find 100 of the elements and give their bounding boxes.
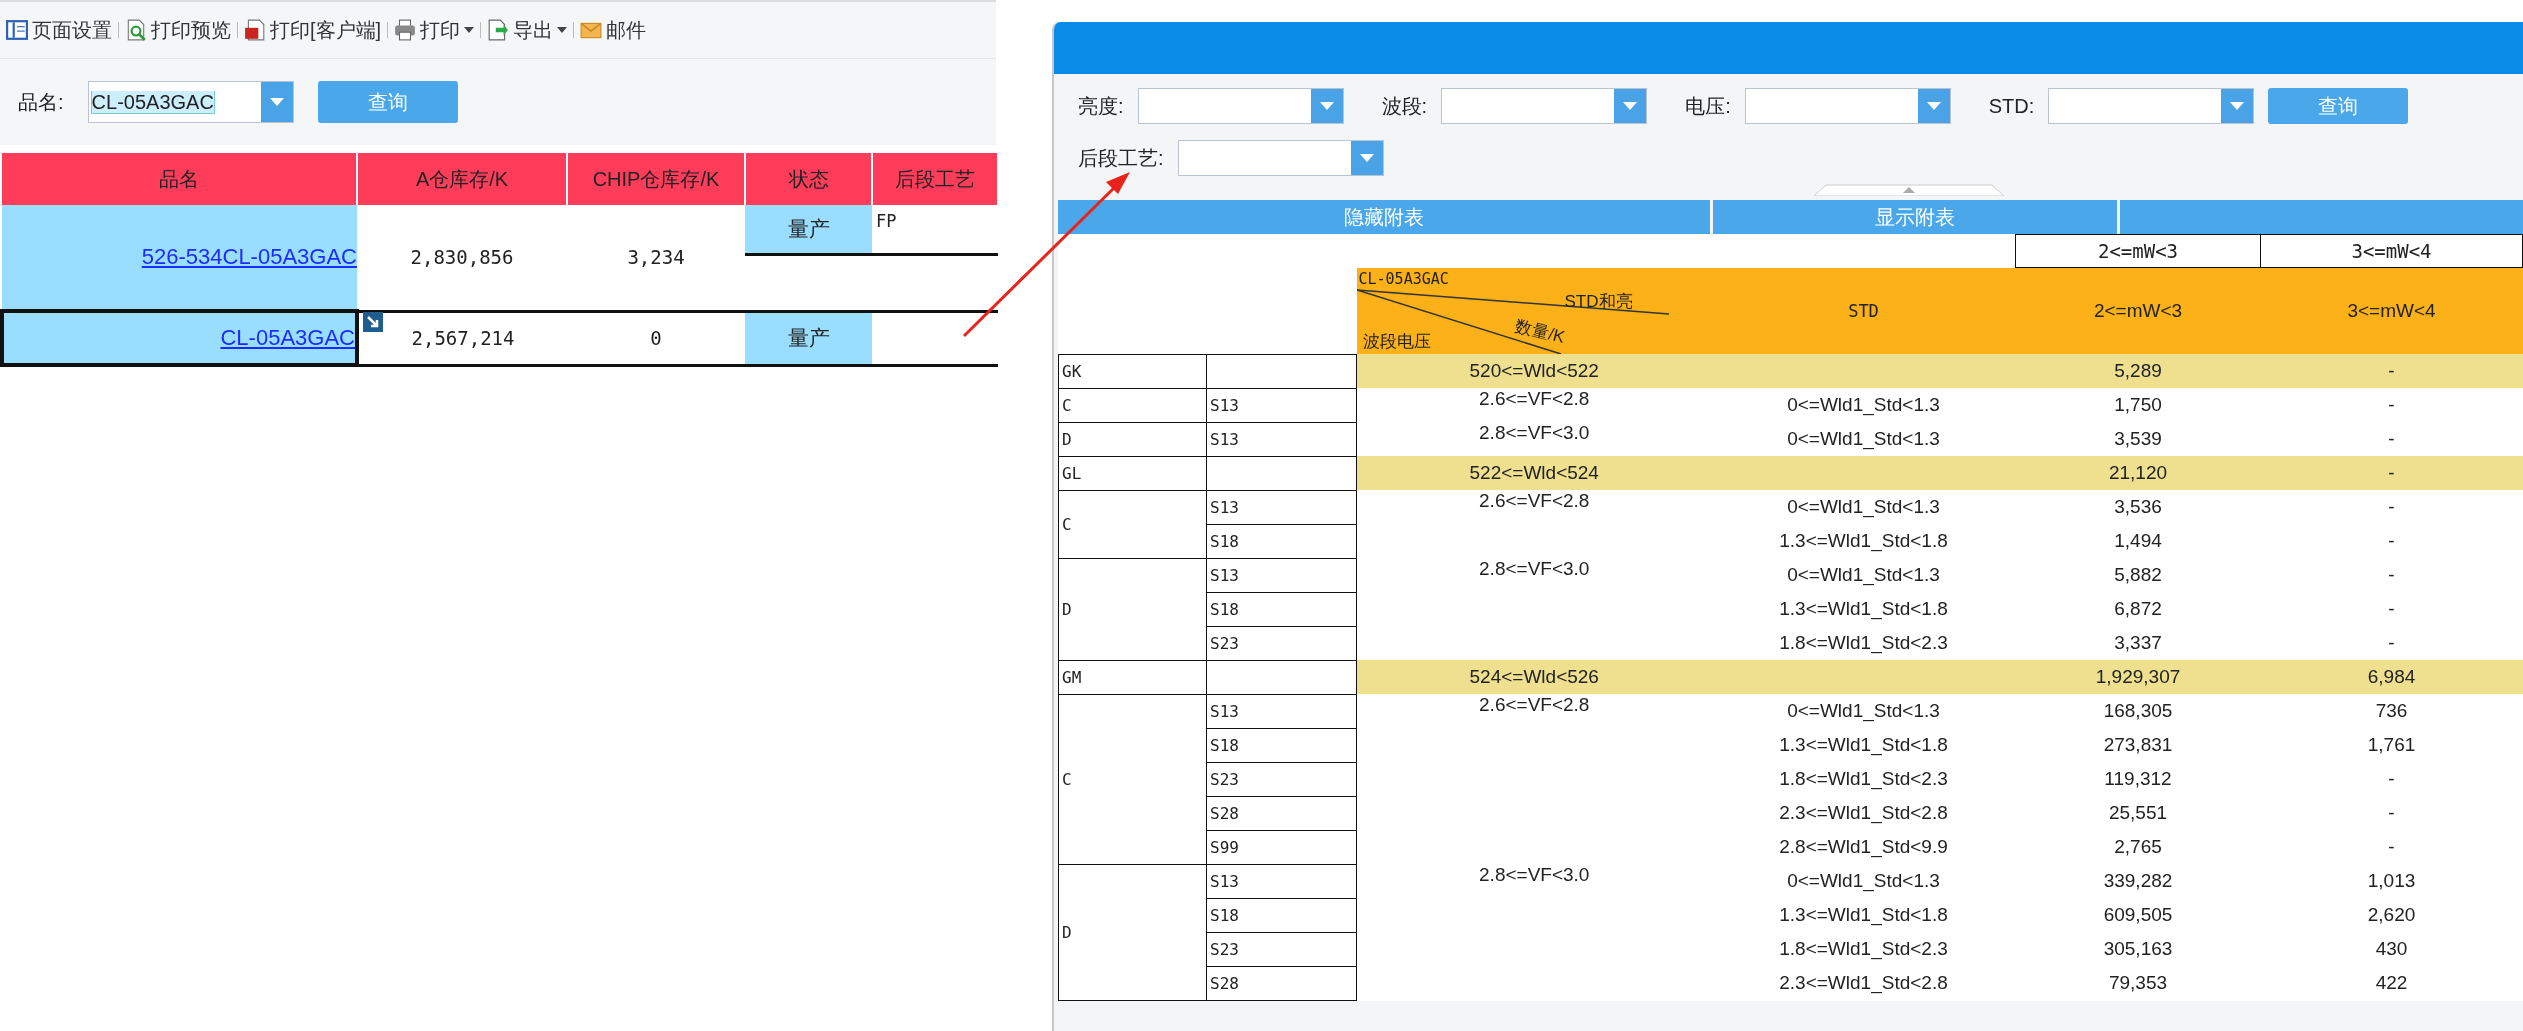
table-cell-text: 1.3<=Wld1_Std<1.8 [1778,529,1949,554]
table-cell: S18 [1206,524,1357,558]
field-label: 亮度: [1078,93,1124,119]
table-cell: GK [1058,354,1207,388]
table-cell: C [1058,388,1207,422]
table-cell-text: - [2387,597,2396,621]
column-header: 2<=mW<3 [2015,267,2261,354]
table-cell-text: - [2387,835,2396,859]
table-cell: - [2260,422,2523,456]
table-cell: S18 [1206,728,1357,762]
diagonal-header: CL-05A3GAC STD和亮 数量/K 波段电压 [1356,267,1712,354]
table-cell-text: FP [875,210,898,233]
table-cell: 3,337 [2015,626,2261,660]
table-cell: 168,305 [2015,694,2261,728]
column-header: A仓库存/K [357,153,567,205]
table-cell: 0<=Wld1_Std<1.3 [1711,422,2016,456]
table-cell: 0<=Wld1_Std<1.3 [1711,388,2016,422]
table-cell-text: 0<=Wld1_Std<1.3 [1786,563,1941,588]
table-cell: - [2260,354,2523,388]
table-cell: S13 [1206,422,1357,456]
field-label: STD: [1988,94,2035,118]
table-cell-text: 5,882 [2113,563,2163,587]
table-cell-text: 79,353 [2107,971,2169,995]
table-cell-text: - [2387,529,2396,553]
filter-combobox[interactable] [1177,140,1384,176]
filter-combobox[interactable] [1744,88,1951,124]
table-cell: 736 [2260,694,2523,728]
filter-combobox[interactable] [1441,88,1648,124]
toolbar-button[interactable]: 导出 [481,16,574,44]
column-header: 3<=mW<4 [2260,267,2523,354]
toolbar-button[interactable]: 打印 [388,16,481,44]
caret-icon [464,27,475,33]
table-cell: 522<=Wld<524 [1356,456,1712,490]
table-cell: 2.6<=VF<2.8 [1356,694,1712,728]
caret-icon [269,98,284,106]
table-cell: D [1058,558,1207,660]
layout-icon [6,19,28,41]
table-cell: GM [1058,660,1207,694]
table-cell-text: - [2387,801,2396,825]
table-cell: S18 [1206,592,1357,626]
printer-icon [394,19,417,41]
column-header: CHIP仓库存/K [567,153,745,205]
table-cell: 1,929,307 [2015,660,2261,694]
table-cell: 2,830,856 [357,205,567,311]
expand-icon[interactable] [363,311,383,332]
table-cell: S23 [1206,762,1357,796]
table-cell: S99 [1206,830,1357,864]
table-cell: S18 [1206,898,1357,932]
table-cell: S28 [1206,966,1357,1000]
toolbar-button[interactable]: 邮件 [574,16,653,44]
table-cell: D [1058,422,1207,456]
product-link[interactable]: 526-534CL-05A3GAC [141,244,357,269]
toolbar-button[interactable]: 打印预览 [119,16,237,44]
table-cell-text: 1.8<=Wld1_Std<2.3 [1778,937,1949,962]
toolbar-button[interactable]: 页面设置 [0,16,118,44]
magnifier-page-icon [125,19,147,41]
table-cell: - [2260,490,2523,524]
field-label: 品名: [18,89,64,115]
table-cell: 1.8<=Wld1_Std<2.3 [1711,626,2016,660]
table-cell: 5,289 [2015,354,2261,388]
table-cell: 520<=Wld<522 [1356,354,1712,388]
table-cell: - [2260,456,2523,490]
toolbar-button[interactable]: 打印[客户端] [238,16,388,44]
table-cell: D [1058,864,1207,1000]
table-cell: S13 [1206,490,1357,524]
table-cell: 2.8<=VF<3.0 [1356,558,1712,592]
table-cell-text: 1,013 [2366,869,2417,893]
dropdown-button[interactable] [1310,89,1343,123]
table-cell: S13 [1206,558,1357,592]
table-cell: 3,234 [567,205,745,311]
collapse-handle[interactable] [1814,184,2004,196]
column-header: STD [1711,267,2016,354]
product-link[interactable]: CL-05A3GAC [220,325,355,350]
table-cell: 3,539 [2015,422,2261,456]
table-cell: 0<=Wld1_Std<1.3 [1711,490,2016,524]
dropdown-button[interactable] [1614,89,1647,123]
table-cell-text: - [2387,563,2396,587]
table-cell-text: 339,282 [2102,869,2174,893]
dropdown-button[interactable] [260,82,293,122]
filter-combobox[interactable] [2048,88,2255,124]
caret-icon [557,27,568,33]
name-combobox[interactable]: CL-05A3GAC [87,81,294,123]
filter-combobox[interactable] [1137,88,1344,124]
table-cell: 2,567,214 [411,327,515,349]
status-cell: 量产 [745,205,872,253]
table-cell-text: 2,620 [2366,903,2417,927]
table-cell-text: 1.3<=Wld1_Std<1.8 [1778,733,1949,758]
field-label: 后段工艺: [1078,145,1164,171]
table-cell-text: 305,163 [2102,937,2174,961]
dropdown-button[interactable] [2221,89,2254,123]
dropdown-button[interactable] [1917,89,1950,123]
table-cell-text: 1,494 [2113,529,2163,553]
dropdown-button[interactable] [1350,141,1383,175]
caret-icon [1926,102,1941,110]
table-cell-text: 609,505 [2102,903,2174,927]
table-cell-text: 25,551 [2107,801,2169,825]
table-cell: 1,750 [2015,388,2261,422]
table-cell: S13 [1206,864,1357,898]
table-cell-text: 430 [2374,937,2409,961]
table-cell-text: 2,765 [2113,835,2163,859]
